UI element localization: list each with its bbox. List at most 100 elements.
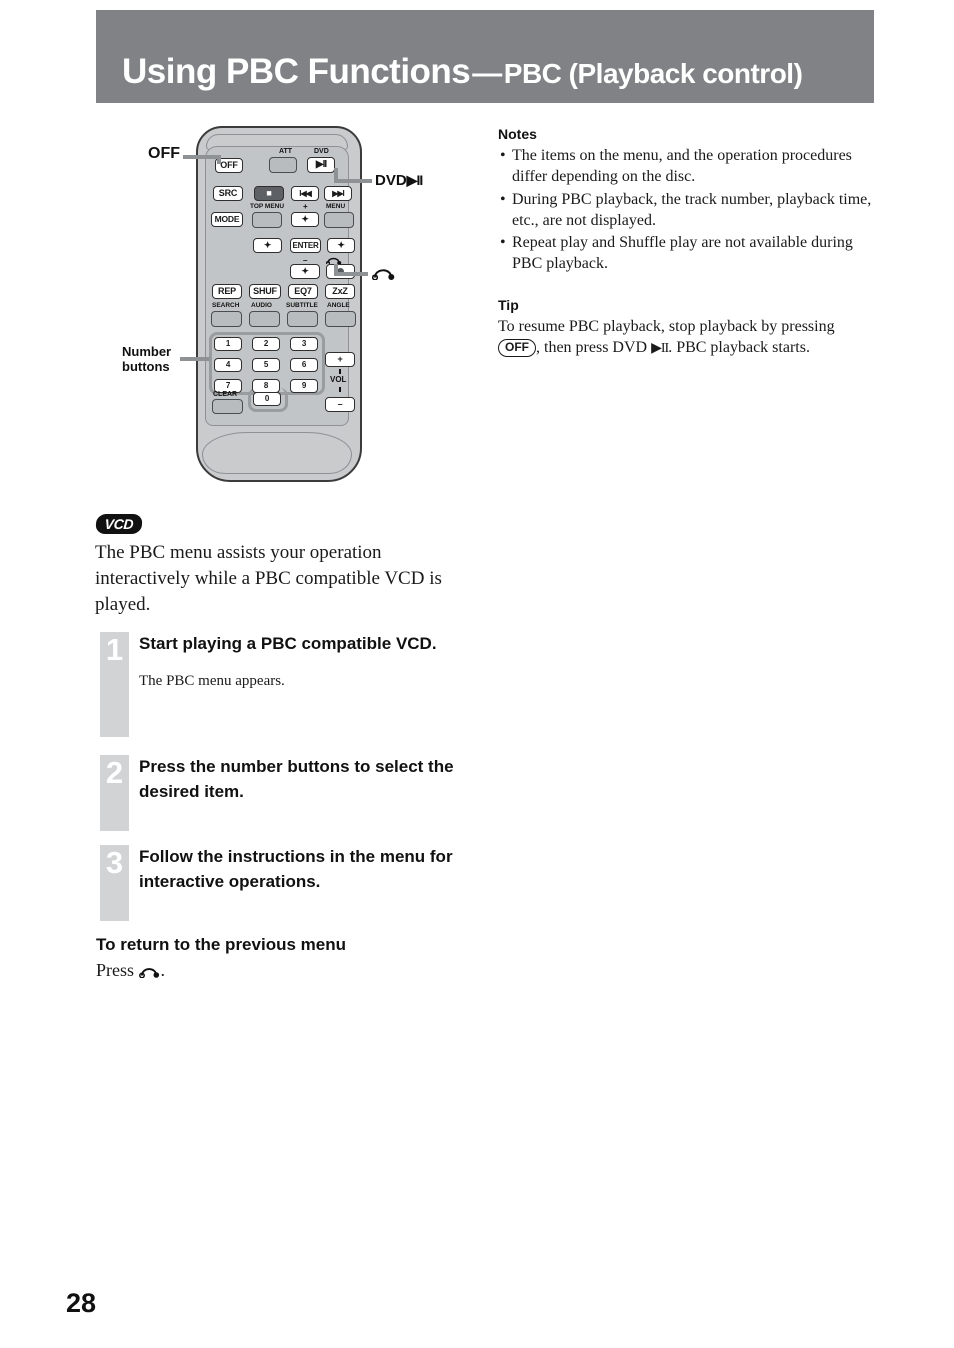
- remote-top-menu-button[interactable]: [252, 212, 282, 228]
- vol-tick-lower: [339, 387, 341, 392]
- remote-volume-down-button[interactable]: –: [325, 397, 355, 412]
- remote-shuf-button[interactable]: SHUF: [249, 284, 281, 299]
- remote-up-button[interactable]: ✦: [291, 212, 319, 227]
- remote-dvd-play-pause-button[interactable]: ▶II: [307, 157, 335, 173]
- remote-subtitle-button[interactable]: [287, 311, 318, 327]
- tip-line-1: To resume PBC playback, stop playback by…: [498, 317, 835, 335]
- step-number: 2: [100, 755, 129, 831]
- callout-return-icon: [372, 269, 395, 280]
- remote-number-3[interactable]: 3: [290, 337, 318, 351]
- tip-line-2-prefix: , then press DVD: [536, 338, 652, 356]
- remote-left-button[interactable]: ✦: [253, 238, 282, 253]
- callout-off-label: OFF: [148, 145, 180, 162]
- step-body: Follow the instructions in the menu for …: [139, 845, 500, 894]
- step-item: 1 Start playing a PBC compatible VCD. Th…: [100, 632, 500, 737]
- page-title: Using PBC Functions—PBC (Playback contro…: [122, 52, 882, 92]
- callout-number-buttons-line1: Number: [122, 344, 172, 359]
- tip-off-button-badge: OFF: [498, 338, 536, 357]
- remote-audio-label: AUDIO: [251, 302, 272, 309]
- remote-angle-label: ANGLE: [327, 302, 350, 309]
- page-title-dash: —: [472, 57, 502, 90]
- remote-mode-button[interactable]: MODE: [211, 212, 243, 227]
- remote-audio-button[interactable]: [249, 311, 280, 327]
- tip-body: To resume PBC playback, stop playback by…: [498, 316, 880, 359]
- remote-stop-button[interactable]: ■: [254, 186, 284, 201]
- remote-previous-button[interactable]: I◀◀: [291, 186, 319, 201]
- remote-number-5[interactable]: 5: [252, 358, 280, 372]
- callout-off-leader: [183, 155, 221, 159]
- remote-number-9[interactable]: 9: [290, 379, 318, 393]
- step-item: 3 Follow the instructions in the menu fo…: [100, 845, 500, 921]
- remote-menu-button[interactable]: [324, 212, 354, 228]
- callout-return-leader-vert: [334, 264, 338, 275]
- notes-column: Notes • The items on the menu, and the o…: [498, 126, 880, 358]
- step-body: Start playing a PBC compatible VCD. The …: [139, 632, 500, 692]
- note-item-text: The items on the menu, and the operation…: [512, 147, 852, 186]
- return-arrow-icon: [138, 968, 159, 978]
- vcd-badge-text: VCD: [104, 516, 134, 532]
- return-period: .: [160, 960, 166, 980]
- note-bullet-icon: •: [500, 234, 506, 252]
- remote-number-1[interactable]: 1: [214, 337, 242, 351]
- step-note: The PBC menu appears.: [139, 672, 285, 689]
- step-body: Press the number buttons to select the d…: [139, 755, 500, 804]
- remote-att-label: ATT: [279, 148, 293, 155]
- remote-number-8[interactable]: 8: [252, 379, 280, 393]
- callout-dvd-leader-vert: [334, 168, 338, 181]
- return-section-body: Press .: [96, 960, 165, 981]
- page-title-main: Using PBC Functions: [122, 52, 471, 91]
- callout-number-buttons-line2: buttons: [122, 358, 170, 374]
- remote-plus-label: +: [303, 202, 308, 211]
- step-title: Follow the instructions in the menu for …: [139, 847, 453, 891]
- remote-clear-button[interactable]: [212, 399, 243, 414]
- vol-tick-upper: [339, 369, 341, 374]
- tip-play-pause-glyph: ▶II: [651, 340, 669, 356]
- remote-eq7-button[interactable]: EQ7: [288, 284, 318, 299]
- return-section-heading: To return to the previous menu: [96, 935, 346, 954]
- remote-src-button[interactable]: SRC: [213, 186, 243, 201]
- page-number: 28: [66, 1288, 97, 1318]
- remote-top-menu-label: TOP MENU: [250, 203, 285, 210]
- callout-number-buttons-label: Number buttons: [122, 344, 172, 375]
- remote-next-button[interactable]: ▶▶I: [324, 186, 352, 201]
- callout-dvd-play-glyph: ▶II: [406, 172, 424, 188]
- remote-angle-button[interactable]: [325, 311, 356, 327]
- remote-enter-button[interactable]: ENTER: [290, 238, 321, 253]
- remote-search-button[interactable]: [211, 311, 242, 327]
- step-item: 2 Press the number buttons to select the…: [100, 755, 500, 831]
- note-item: • The items on the menu, and the operati…: [498, 145, 880, 188]
- remote-att-button[interactable]: [269, 157, 297, 173]
- remote-number-4[interactable]: 4: [214, 358, 242, 372]
- remote-down-button[interactable]: ✦: [290, 264, 320, 279]
- step-number: 3: [100, 845, 129, 921]
- vcd-media-badge: VCD: [95, 514, 143, 534]
- step-number: 1: [100, 632, 129, 737]
- remote-dvd-label: DVD: [314, 148, 329, 155]
- remote-subtitle-label: SUBTITLE: [286, 302, 318, 309]
- notes-heading: Notes: [498, 126, 537, 142]
- tip-heading: Tip: [498, 296, 519, 313]
- tip-line-2-suffix: . PBC playback starts.: [668, 338, 810, 356]
- callout-off-leader-vert: [217, 155, 221, 164]
- remote-zxz-button[interactable]: ZxZ: [325, 284, 355, 299]
- remote-return-arrow-icon: [326, 257, 342, 264]
- remote-vol-label: VOL: [330, 375, 347, 384]
- note-item: • Repeat play and Shuffle play are not a…: [498, 232, 880, 275]
- remote-number-6[interactable]: 6: [290, 358, 318, 372]
- step-title: Press the number buttons to select the d…: [139, 757, 454, 801]
- note-item-text: During PBC playback, the track number, p…: [512, 190, 872, 229]
- remote-number-0[interactable]: 0: [253, 392, 281, 406]
- remote-volume-up-button[interactable]: +: [325, 352, 355, 367]
- note-item: • During PBC playback, the track number,…: [498, 189, 880, 232]
- remote-search-label: SEARCH: [212, 302, 240, 309]
- note-bullet-icon: •: [500, 147, 506, 164]
- intro-paragraph: The PBC menu assists your operation inte…: [95, 542, 442, 616]
- remote-rep-button[interactable]: REP: [212, 284, 242, 299]
- remote-right-button[interactable]: ✦: [327, 238, 355, 253]
- return-press-text: Press: [96, 960, 139, 980]
- callout-number-buttons-leader: [180, 357, 210, 361]
- remote-number-2[interactable]: 2: [252, 337, 280, 351]
- note-item-text: Repeat play and Shuffle play are not ava…: [512, 234, 853, 273]
- remote-menu-label: MENU: [326, 203, 346, 210]
- remote-clear-label: CLEAR: [213, 391, 238, 398]
